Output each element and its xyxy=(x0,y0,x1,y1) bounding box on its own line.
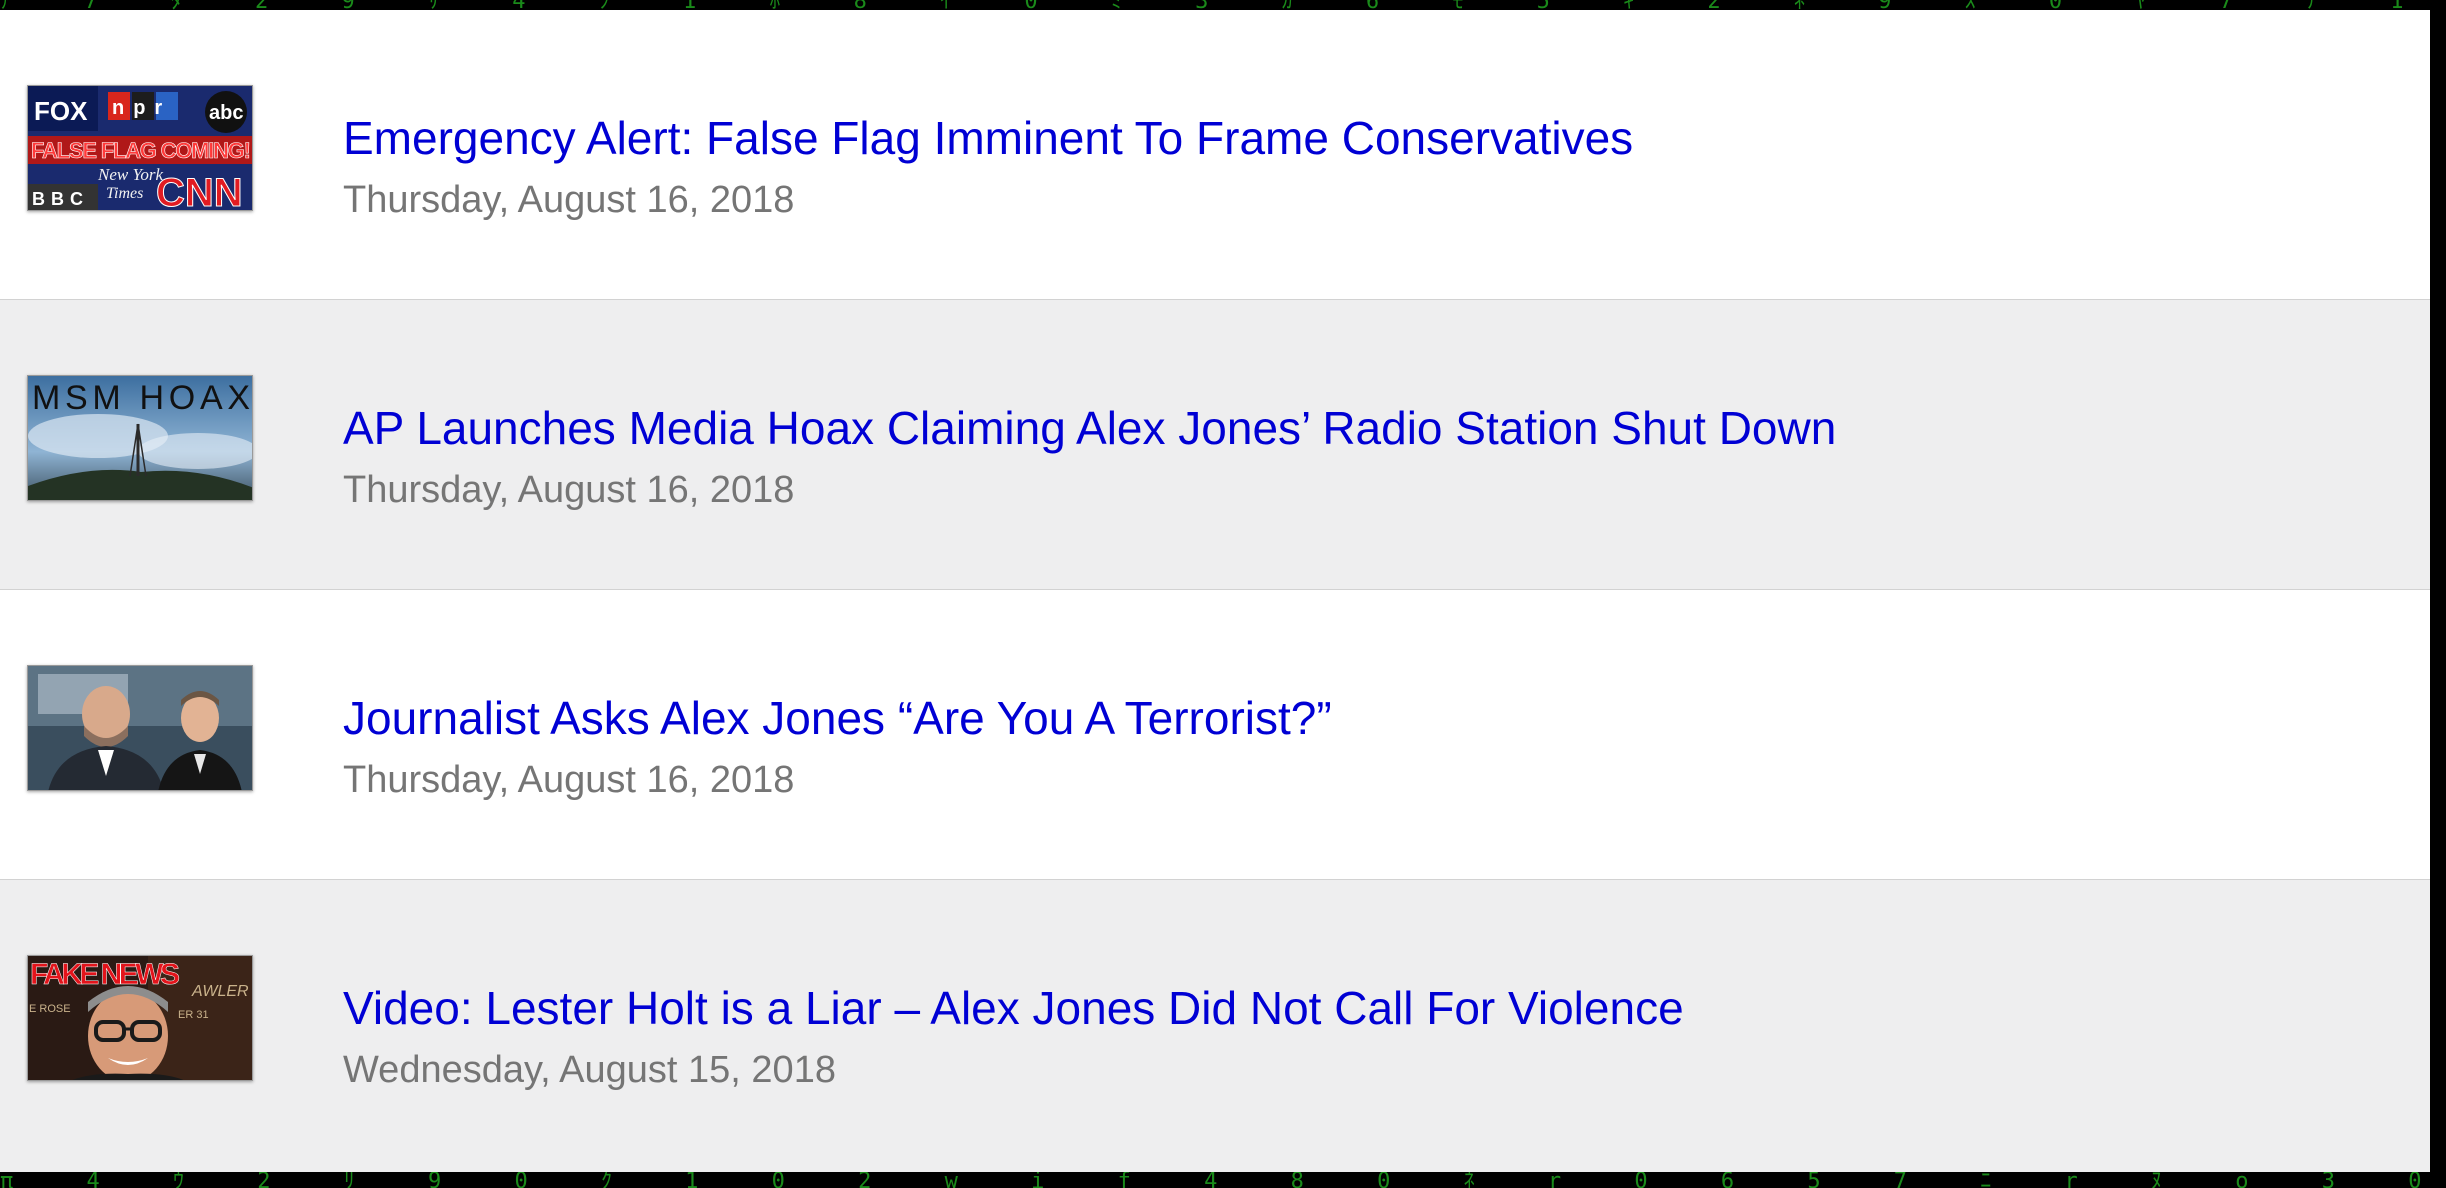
article-title-link[interactable]: AP Launches Media Hoax Claiming Alex Jon… xyxy=(343,400,2343,456)
article-row: MSM HOAX AP Launches Media Hoax Claiming… xyxy=(0,300,2430,590)
article-row: Journalist Asks Alex Jones “Are You A Te… xyxy=(0,590,2430,880)
thumb-text: npr xyxy=(112,97,171,119)
radio-tower-hoax-image: MSM HOAX xyxy=(28,376,252,500)
interview-two-men-image xyxy=(28,666,252,790)
thumb-text: ER 31 xyxy=(178,1009,209,1021)
article-date: Wednesday, August 15, 2018 xyxy=(343,1049,836,1091)
article-thumbnail[interactable]: MSM HOAX xyxy=(27,375,253,501)
thumb-text: BBC xyxy=(32,189,89,209)
article-thumbnail[interactable]: AWLER E ROSE ER 31 FAKE NEWS xyxy=(27,955,253,1081)
article-title-link[interactable]: Video: Lester Holt is a Liar – Alex Jone… xyxy=(343,980,2343,1036)
thumb-text: abc xyxy=(209,102,243,124)
article-row: FOX npr abc FALSE FLAG COMING! New York … xyxy=(0,10,2430,300)
thumb-text: CNN xyxy=(156,171,243,211)
thumb-text: AWLER xyxy=(191,983,249,1000)
thumb-text: Times xyxy=(106,185,143,202)
article-date: Thursday, August 16, 2018 xyxy=(343,179,795,221)
thumb-text: New York xyxy=(97,165,163,184)
matrix-rain-right xyxy=(2430,0,2446,1188)
thumb-text: FALSE FLAG COMING! xyxy=(31,138,251,163)
article-title-link[interactable]: Emergency Alert: False Flag Imminent To … xyxy=(343,110,2343,166)
article-list: FOX npr abc FALSE FLAG COMING! New York … xyxy=(0,10,2430,1172)
thumb-text: E ROSE xyxy=(29,1003,71,1015)
fake-news-anchor-image: AWLER E ROSE ER 31 FAKE NEWS xyxy=(28,956,252,1080)
article-date: Thursday, August 16, 2018 xyxy=(343,469,795,511)
thumb-text: MSM HOAX xyxy=(32,379,250,417)
thumb-text: FAKE NEWS xyxy=(30,958,180,991)
article-date: Thursday, August 16, 2018 xyxy=(343,759,795,801)
thumb-text: FOX xyxy=(34,96,88,126)
matrix-rain-bottom: π 4 ｳ 2 ﾘ 9 0 ｸ 1 0 2 w i f 4 8 0 ﾈ r 0 … xyxy=(0,1172,2446,1188)
article-row: AWLER E ROSE ER 31 FAKE NEWS Video: Lest… xyxy=(0,880,2430,1172)
false-flag-collage-image: FOX npr abc FALSE FLAG COMING! New York … xyxy=(28,86,252,211)
article-thumbnail[interactable] xyxy=(27,665,253,791)
article-thumbnail[interactable]: FOX npr abc FALSE FLAG COMING! New York … xyxy=(27,85,253,211)
article-title-link[interactable]: Journalist Asks Alex Jones “Are You A Te… xyxy=(343,690,2343,746)
